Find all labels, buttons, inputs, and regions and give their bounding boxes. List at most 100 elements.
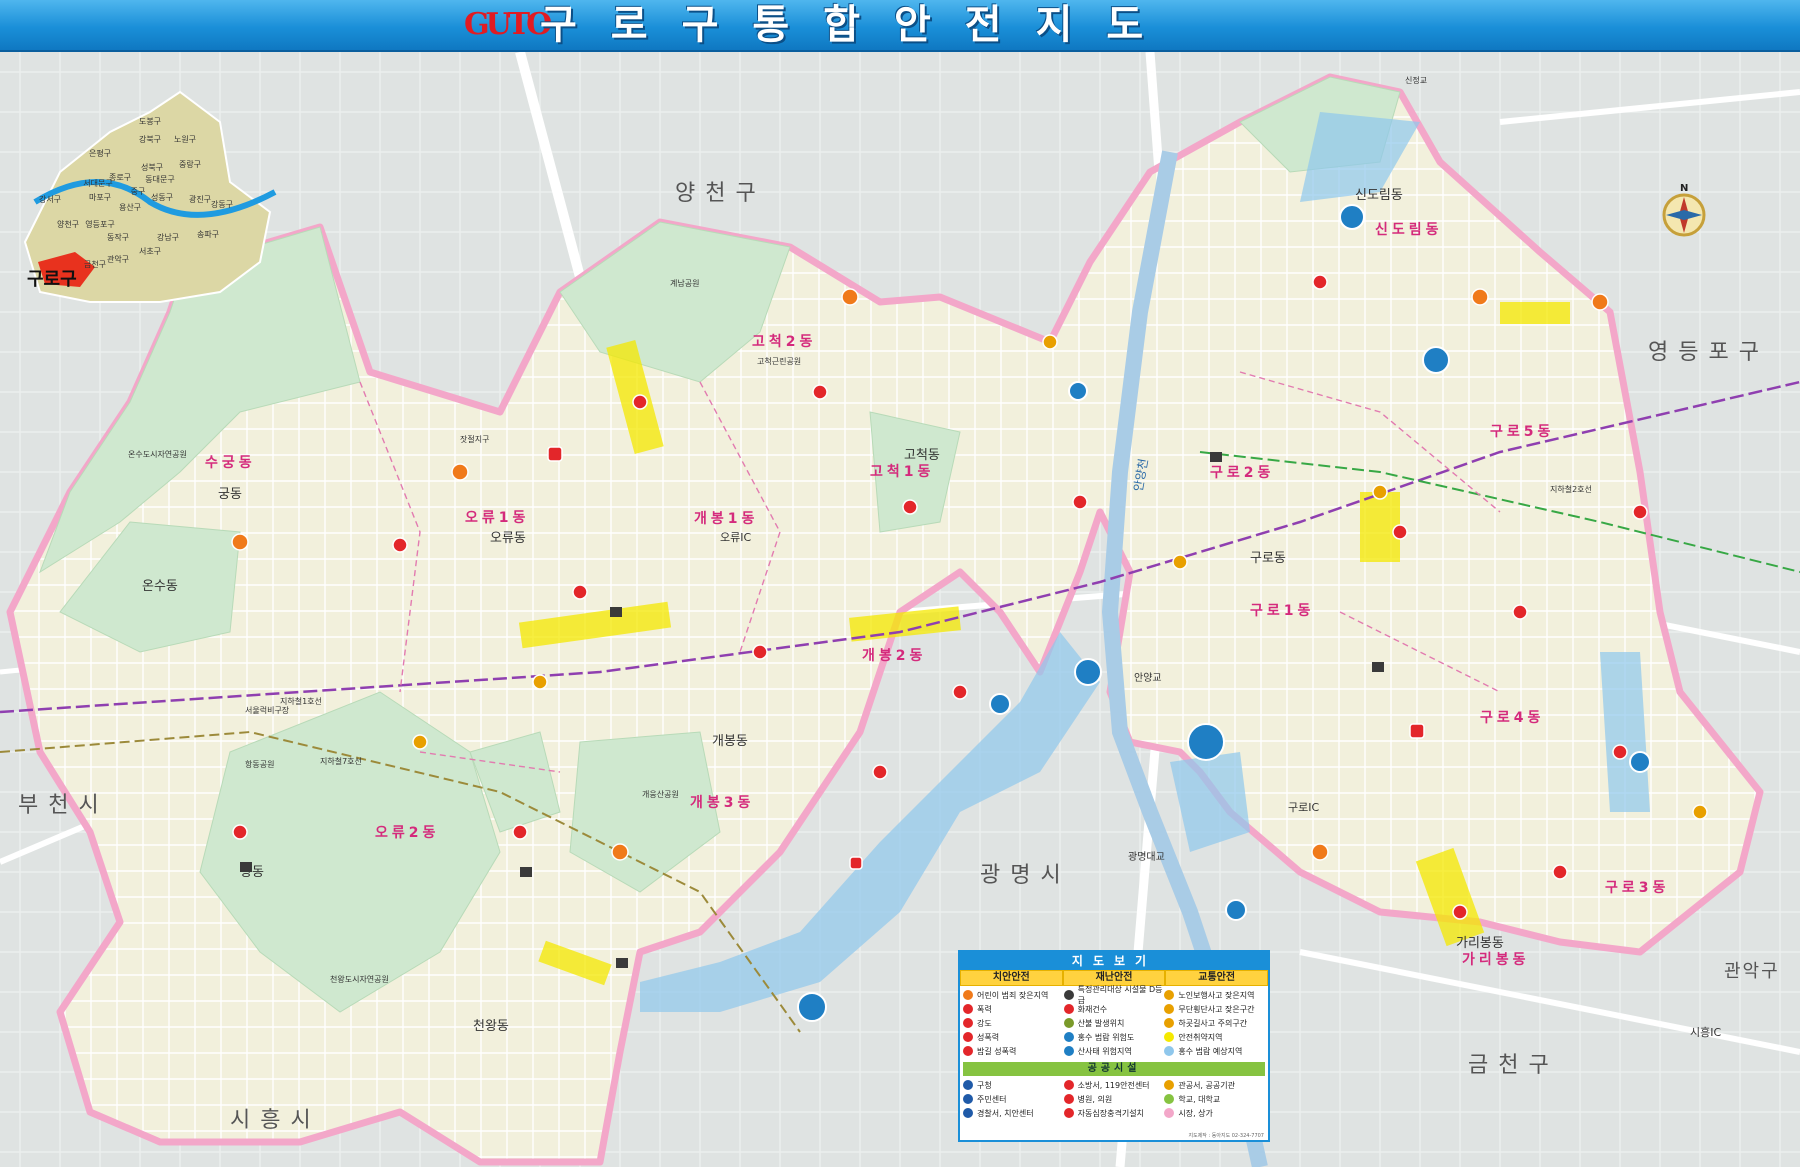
legend-item: 홍수 범람 예상지역 — [1164, 1044, 1265, 1058]
label-gocheok1-dong: 고척1동 — [870, 464, 934, 480]
inset-district-label: 중랑구 — [179, 159, 201, 169]
legend-symbol-icon — [1164, 1046, 1175, 1056]
inset-district-label: 강남구 — [157, 232, 179, 242]
legend-item-label: 화재건수 — [1077, 1004, 1108, 1014]
region-gwangmyeong: 광명시 — [980, 863, 1071, 888]
inset-district-label: 은평구 — [89, 148, 111, 158]
legend-column-legend.disaster: 특정관리대상 시설물 D등급 화재건수산불 발생위치 홍수 범람 위험도산사태 위험… — [1063, 985, 1165, 1058]
inset-district-label: 서대문구 — [83, 179, 112, 188]
label-guro5-dong: 구로5동 — [1490, 424, 1554, 440]
legend-symbol-icon — [963, 990, 973, 1000]
inset-district-label: 관악구 — [107, 254, 129, 264]
legend-column-legend.public_cols.2: 관공서, 공공기관 학교, 대학교시장, 상가 — [1164, 1078, 1265, 1120]
legend-item-label: 시장, 상가 — [1178, 1108, 1213, 1118]
legend-symbol-icon — [1164, 990, 1175, 1000]
label-guro-ic: 구로IC — [1288, 801, 1319, 814]
label-oryu-dong: 오류동 — [490, 531, 526, 546]
legend-symbol-icon — [1063, 1018, 1074, 1028]
inset-district-label: 강북구 — [139, 134, 161, 144]
legend-item-label: 소방서, 119안전센터 — [1077, 1080, 1150, 1090]
legend-item-label: 홍수 범람 예상지역 — [1178, 1046, 1243, 1056]
label-gaebong1-dong: 개봉1동 — [694, 511, 758, 527]
legend-item: 안전취약지역 — [1164, 1030, 1265, 1044]
guto-logo: GUTO — [464, 7, 552, 42]
legend-item: 폭력 — [963, 1002, 1064, 1016]
label-garibong-dong-plain: 가리봉동 — [1456, 936, 1504, 951]
legend-item: 특정관리대상 시설물 D등급 — [1063, 985, 1165, 1005]
legend-item-label: 하굣길사고 주의구간 — [1178, 1018, 1248, 1028]
legend-item: 시장, 상가 — [1164, 1106, 1265, 1120]
legend-head-police: 치안안전 — [960, 970, 1063, 986]
inset-district-label: 중구 — [131, 187, 146, 196]
region-yeongdeungpo: 영등포구 — [1648, 340, 1769, 365]
inset-district-label: 송파구 — [197, 230, 219, 239]
legend-item: 관공서, 공공기관 — [1164, 1078, 1265, 1092]
legend-symbol-icon — [963, 1108, 973, 1118]
inset-district-label: 도봉구 — [139, 117, 161, 126]
label-guro4-dong: 구로4동 — [1480, 710, 1544, 726]
legend-symbol-icon — [1063, 1032, 1074, 1042]
label-gocheok-park: 고척근린공원 — [757, 356, 801, 366]
label-gaebong3-dong: 개봉3동 — [690, 795, 754, 811]
inset-district-label: 강동구 — [211, 199, 233, 209]
legend-item-label: 성폭력 — [977, 1032, 1000, 1042]
guro-district-map[interactable]: 양천구 영등포구 부천시 광명시 시흥시 금천구 관악구 수궁동 궁동 온수동 … — [0, 52, 1800, 1167]
region-yangcheon: 양천구 — [675, 181, 766, 206]
label-gwangmyeong-bridge: 광명대교 — [1128, 851, 1165, 863]
legend-column-legend.public_cols.1: 소방서, 119안전센터 병원, 의원 자동심장충격기설치 — [1063, 1078, 1165, 1120]
legend-head-traffic: 교통안전 — [1165, 970, 1269, 986]
label-guro3-dong: 구로3동 — [1605, 880, 1669, 896]
inset-district-label: 광진구 — [189, 194, 211, 204]
label-line7: 지하철7호선 — [320, 756, 362, 766]
label-guro2-dong: 구로2동 — [1210, 465, 1274, 481]
legend-symbol-icon — [1063, 1046, 1074, 1056]
label-cheonwang-park: 천왕도시자연공원 — [330, 974, 389, 984]
label-sugung-dong: 수궁동 — [205, 455, 256, 471]
legend-column-legend.traffic: 노인보행사고 잦은지역 무단횡단사고 잦은구간하굣길사고 주의구간안전취약지역홍수… — [1164, 988, 1265, 1058]
legend-item: 산불 발생위치 — [1063, 1016, 1165, 1030]
inset-district-label: 마포구 — [89, 193, 111, 202]
legend-symbol-icon — [1164, 1018, 1175, 1028]
legend-item: 경찰서, 치안센터 — [963, 1106, 1064, 1120]
legend-category-items: 어린이 범죄 잦은지역 폭력 강도 성폭력 밤길 성폭력 특정관리대상 시설물 D등급 화재… — [960, 985, 1268, 1060]
legend-item: 구청 — [963, 1078, 1064, 1092]
label-gaeungsan-park: 개웅산공원 — [642, 789, 679, 799]
inset-district-label: 성동구 — [151, 193, 173, 202]
label-onsu-park: 온수도시자연공원 — [128, 450, 187, 459]
legend-item-label: 구청 — [977, 1080, 992, 1090]
region-gwanak: 관악구 — [1724, 961, 1780, 982]
legend-item: 주민센터 — [963, 1092, 1064, 1106]
label-jangcheol: 잣절지구 — [460, 434, 489, 444]
label-guro-dong: 구로동 — [1250, 551, 1286, 566]
legend-item: 홍수 범람 위험도 — [1063, 1030, 1165, 1044]
legend-item: 어린이 범죄 잦은지역 — [963, 988, 1064, 1002]
legend-item-label: 병원, 의원 — [1077, 1094, 1113, 1104]
legend-symbol-icon — [1164, 1004, 1175, 1014]
legend-item-label: 주민센터 — [977, 1094, 1007, 1104]
legend-item: 학교, 대학교 — [1164, 1092, 1265, 1106]
label-guro1-dong: 구로1동 — [1250, 603, 1314, 619]
label-line2: 지하철2호선 — [1550, 484, 1592, 494]
region-bucheon: 부천시 — [18, 793, 109, 818]
legend-title: 지도보기 — [960, 952, 1268, 970]
label-line1: 지하철1호선 — [280, 696, 322, 706]
legend-item-label: 산사태 위험지역 — [1077, 1046, 1132, 1056]
legend-symbol-icon — [963, 1032, 973, 1042]
inset-district-label: 양천구 — [57, 219, 79, 229]
legend-symbol-icon — [1063, 990, 1074, 1000]
legend-item: 산사태 위험지역 — [1063, 1044, 1165, 1058]
inset-district-label: 용산구 — [119, 202, 141, 212]
legend-item: 밤길 성폭력 — [963, 1044, 1064, 1058]
legend-item: 노인보행사고 잦은지역 — [1164, 988, 1265, 1002]
legend-item: 무단횡단사고 잦은구간 — [1164, 1002, 1265, 1016]
legend-symbol-icon — [963, 1004, 973, 1014]
legend-symbol-icon — [1164, 1094, 1175, 1104]
legend-symbol-icon — [1063, 1094, 1074, 1104]
legend-item-label: 안전취약지역 — [1178, 1032, 1223, 1042]
label-cheonwang-dong: 천왕동 — [473, 1019, 509, 1034]
region-siheung: 시흥시 — [230, 1108, 321, 1133]
inset-district-label: 동작구 — [107, 232, 129, 242]
inset-district-label: 강서구 — [39, 194, 61, 204]
inset-district-label: 영등포구 — [85, 219, 114, 229]
legend-item-label: 밤길 성폭력 — [977, 1046, 1017, 1056]
